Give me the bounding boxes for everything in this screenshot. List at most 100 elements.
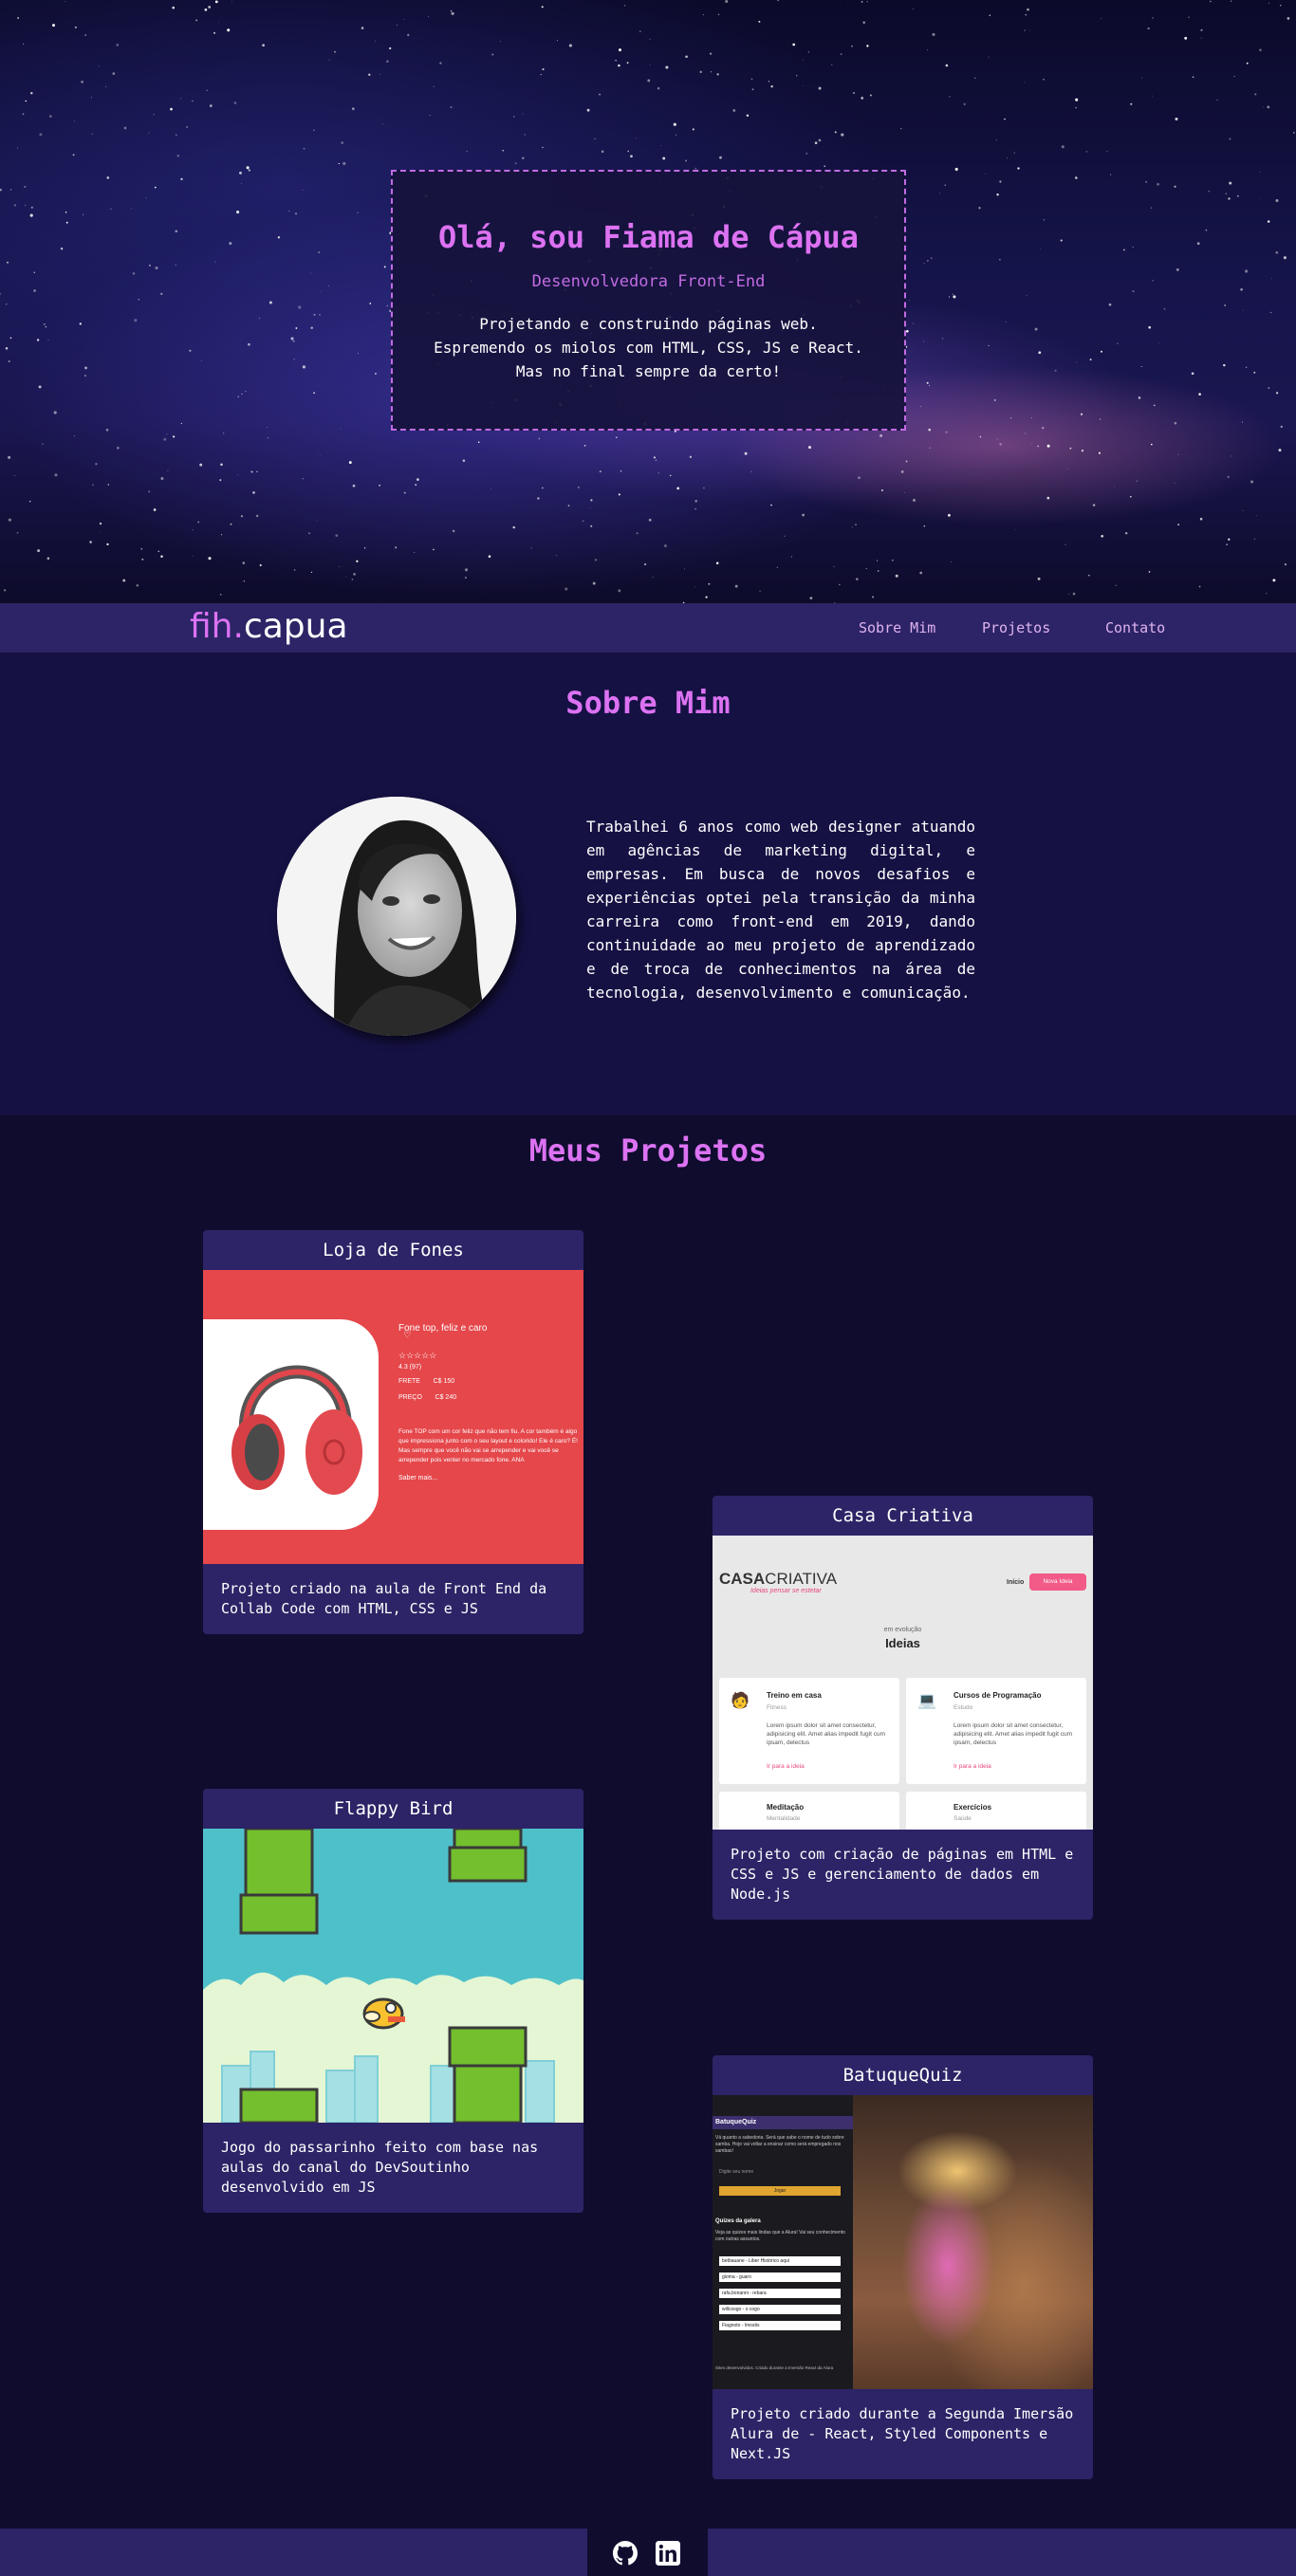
project-card-casa-criativa[interactable]: Casa Criativa CASACRIATIVA Ideias pensar…	[713, 1496, 1093, 1920]
star	[790, 556, 792, 558]
logo-part-accent: fih.	[190, 607, 244, 646]
star	[657, 472, 659, 474]
star	[248, 169, 250, 172]
star	[153, 508, 157, 511]
star	[582, 520, 584, 523]
star	[624, 5, 626, 7]
star	[414, 551, 416, 554]
star	[514, 162, 517, 165]
star	[1140, 366, 1142, 367]
star	[303, 147, 305, 150]
rating-stars: ☆☆☆☆☆	[398, 1351, 437, 1360]
footer	[0, 2529, 1296, 2576]
quiz-list-item: gioma - guaro	[719, 2272, 841, 2282]
star	[1176, 267, 1179, 271]
star	[948, 296, 951, 298]
linkedin-icon[interactable]	[656, 2541, 680, 2566]
idea-link: Ir para a ideia	[953, 1763, 991, 1770]
star	[106, 176, 110, 179]
star	[1184, 36, 1188, 40]
star	[219, 594, 222, 596]
quiz-panel-title: BatuqueQuiz	[715, 2119, 757, 2125]
project-preview-image[interactable]: Fone top, feliz e caro ☆☆☆☆☆ 4.3 (97) FR…	[203, 1270, 583, 1564]
star	[98, 65, 100, 67]
site-logo[interactable]: fih.capua	[190, 607, 348, 646]
star	[685, 159, 687, 162]
star	[1268, 387, 1270, 389]
star	[676, 487, 680, 490]
project-preview-image[interactable]: CASACRIATIVA Ideias pensar se estetar In…	[713, 1536, 1093, 1830]
star	[179, 98, 181, 100]
star	[176, 155, 179, 157]
star	[1130, 495, 1132, 498]
star	[1269, 311, 1272, 314]
nav-link-sobre-mim[interactable]: Sobre Mim	[859, 619, 935, 636]
star	[433, 85, 435, 87]
star	[1241, 421, 1244, 423]
star	[310, 571, 313, 574]
star	[197, 521, 200, 524]
star	[389, 46, 392, 50]
star	[73, 120, 75, 122]
project-card-flappy-bird[interactable]: Flappy Bird Jogo do passarinho feito com…	[203, 1789, 583, 2213]
star	[223, 432, 225, 434]
star	[386, 304, 388, 307]
casa-tagline: Ideias pensar se estetar	[750, 1588, 822, 1594]
star	[13, 204, 17, 207]
star	[180, 177, 183, 181]
star	[1101, 534, 1104, 538]
github-icon[interactable]	[613, 2541, 638, 2566]
product-description: Fone TOP com um cor feliz que não tem fi…	[398, 1428, 578, 1463]
star	[944, 184, 946, 186]
star	[923, 263, 925, 265]
project-card-batuquequiz[interactable]: BatuqueQuiz BatuqueQuiz Vá quanto a sabe…	[713, 2055, 1093, 2479]
star	[141, 558, 144, 561]
star	[923, 340, 924, 342]
star	[824, 165, 826, 168]
project-preview-image[interactable]: BatuqueQuiz Vá quanto a sabedoria. Será …	[713, 2095, 1093, 2389]
star	[17, 17, 19, 19]
star	[805, 153, 808, 155]
star	[439, 62, 442, 64]
star	[73, 434, 75, 436]
star	[869, 94, 872, 97]
star	[945, 431, 948, 433]
star	[862, 21, 865, 25]
star	[556, 40, 558, 42]
nav-link-projetos[interactable]: Projetos	[982, 619, 1050, 636]
project-card-loja-de-fones[interactable]: Loja de Fones Fone top, feliz e caro ☆☆☆…	[203, 1230, 583, 1634]
rating-value: 4.3 (97)	[398, 1364, 422, 1371]
star	[200, 360, 202, 361]
star	[512, 525, 515, 529]
star	[1065, 543, 1066, 545]
star	[8, 455, 11, 459]
star	[1163, 307, 1166, 310]
star	[395, 546, 398, 549]
nav-link-contato[interactable]: Contato	[1105, 619, 1165, 636]
star	[259, 563, 262, 567]
star	[213, 31, 215, 34]
star	[818, 138, 822, 142]
star	[148, 132, 150, 134]
star	[209, 104, 213, 108]
star	[802, 85, 804, 87]
star	[931, 257, 933, 259]
star	[692, 128, 694, 131]
star	[192, 529, 194, 531]
star	[255, 514, 259, 518]
star	[993, 398, 996, 401]
star	[313, 392, 315, 395]
star	[241, 393, 243, 396]
star	[770, 85, 773, 88]
project-preview-image[interactable]	[203, 1829, 583, 2123]
hero-intro: Projetando e construindo páginas web. Es…	[393, 312, 904, 383]
star	[839, 583, 841, 586]
star	[892, 560, 894, 561]
star	[1174, 482, 1176, 484]
star	[72, 154, 75, 156]
star	[920, 406, 921, 407]
star	[175, 230, 178, 233]
star	[702, 14, 704, 16]
price-label: PREÇO	[398, 1394, 422, 1401]
star	[903, 491, 905, 493]
